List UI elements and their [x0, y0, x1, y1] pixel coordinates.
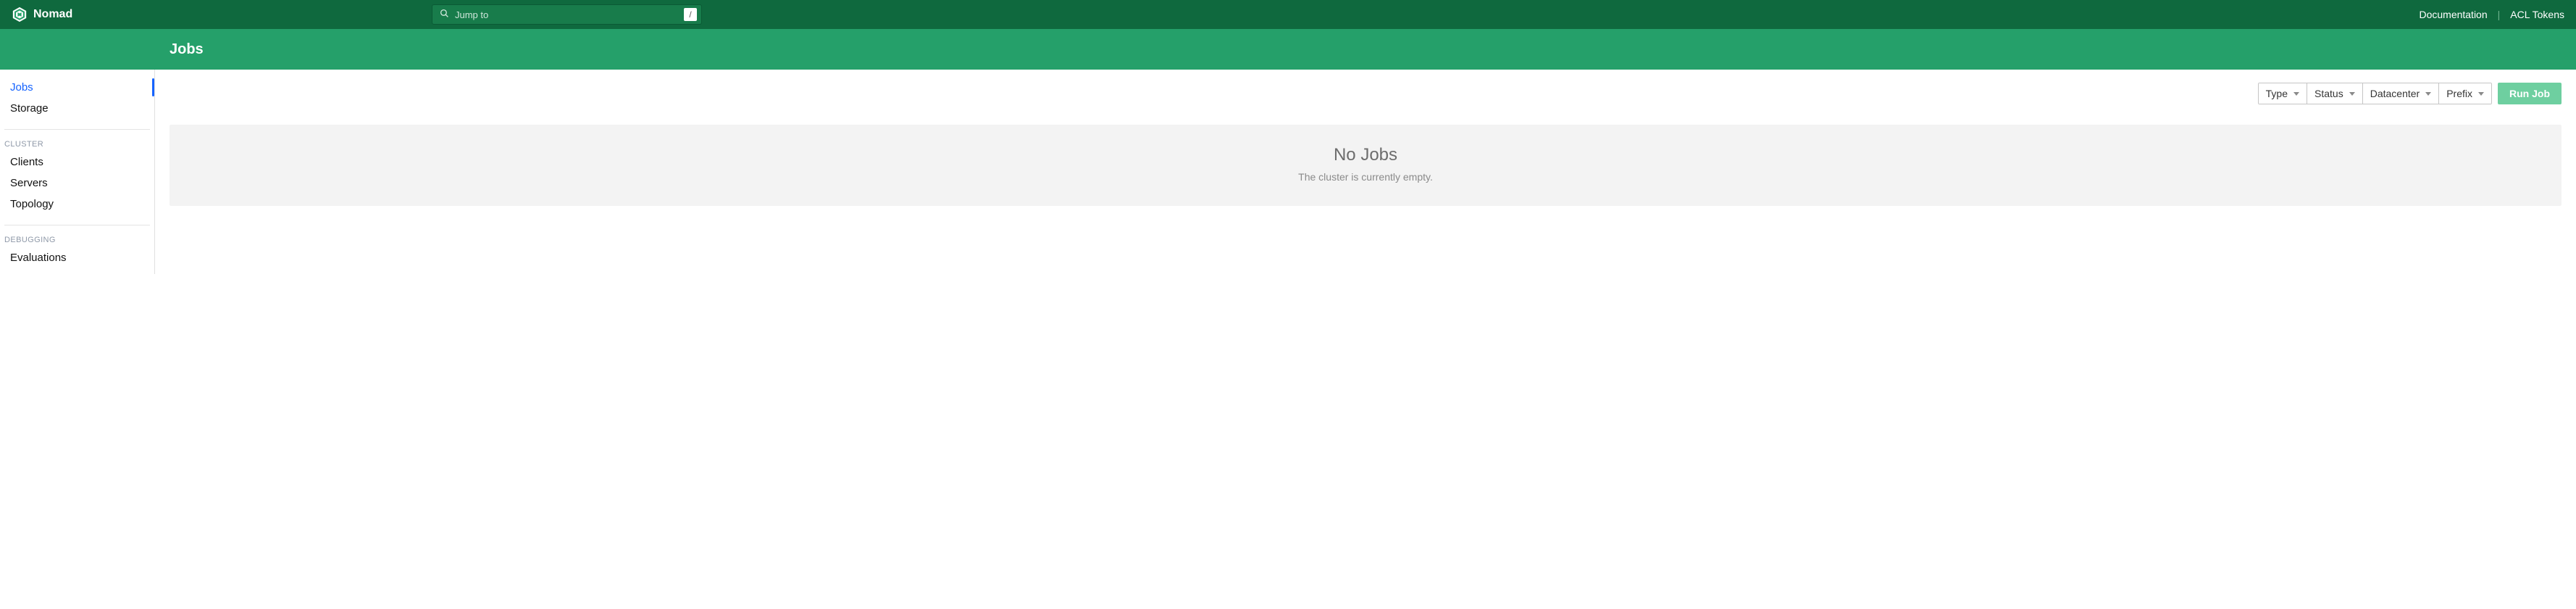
top-nav: Nomad Jump to / Documentation | ACL Toke… — [0, 0, 2576, 29]
sidebar-group-cluster: Clients Servers Topology — [0, 152, 154, 220]
facet-label: Prefix — [2446, 88, 2472, 99]
jump-to-search[interactable]: Jump to / — [432, 4, 702, 25]
sidebar-item-label: Servers — [10, 177, 48, 189]
facet-status[interactable]: Status — [2307, 83, 2363, 104]
empty-state-subtitle: The cluster is currently empty. — [184, 171, 2547, 183]
sidebar-item-label: Clients — [10, 156, 43, 168]
facet-datacenter[interactable]: Datacenter — [2363, 83, 2439, 104]
search-icon — [440, 9, 449, 20]
jump-to-shortcut-key: / — [684, 8, 697, 21]
sidebar-item-evaluations[interactable]: Evaluations — [0, 247, 154, 268]
page-title: Jobs — [170, 41, 204, 58]
facet-label: Type — [2266, 88, 2288, 99]
sidebar-heading-cluster: CLUSTER — [0, 134, 154, 152]
chevron-down-icon — [2478, 92, 2484, 96]
sidebar-group-debugging: Evaluations — [0, 247, 154, 274]
sidebar-group-top: Jobs Storage — [0, 77, 154, 125]
sidebar-divider — [4, 129, 150, 130]
jump-to-placeholder: Jump to — [455, 9, 678, 20]
facet-label: Status — [2314, 88, 2343, 99]
nomad-logo-icon — [12, 7, 28, 22]
toolbar: Type Status Datacenter Prefix Run Job — [170, 83, 2562, 104]
sidebar-item-topology[interactable]: Topology — [0, 194, 154, 215]
sidebar-item-label: Storage — [10, 102, 49, 115]
empty-state: No Jobs The cluster is currently empty. — [170, 125, 2562, 206]
sidebar-item-label: Jobs — [10, 81, 33, 94]
top-nav-left: Nomad — [12, 7, 432, 22]
sidebar-item-storage[interactable]: Storage — [0, 98, 154, 119]
sub-nav: Jobs — [0, 29, 2576, 70]
layout: Jobs Storage CLUSTER Clients Servers Top… — [0, 70, 2576, 274]
facet-label: Datacenter — [2370, 88, 2420, 99]
sidebar: Jobs Storage CLUSTER Clients Servers Top… — [0, 70, 155, 274]
sidebar-item-servers[interactable]: Servers — [0, 173, 154, 194]
top-nav-right: Documentation | ACL Tokens — [2419, 9, 2564, 20]
chevron-down-icon — [2349, 92, 2355, 96]
facet-type[interactable]: Type — [2259, 83, 2307, 104]
sidebar-item-jobs[interactable]: Jobs — [0, 77, 154, 98]
top-nav-divider: | — [2498, 9, 2501, 20]
sidebar-item-label: Evaluations — [10, 252, 67, 264]
chevron-down-icon — [2293, 92, 2299, 96]
run-job-button[interactable]: Run Job — [2498, 83, 2562, 104]
documentation-link[interactable]: Documentation — [2419, 9, 2487, 20]
main-content: Type Status Datacenter Prefix Run Job — [155, 70, 2576, 274]
facet-prefix[interactable]: Prefix — [2439, 83, 2491, 104]
brand[interactable]: Nomad — [12, 7, 72, 22]
sidebar-heading-debugging: DEBUGGING — [0, 230, 154, 247]
empty-state-title: No Jobs — [184, 145, 2547, 165]
facet-group: Type Status Datacenter Prefix — [2258, 83, 2492, 104]
acl-tokens-link[interactable]: ACL Tokens — [2510, 9, 2564, 20]
sidebar-item-label: Topology — [10, 198, 54, 210]
sidebar-item-clients[interactable]: Clients — [0, 152, 154, 173]
chevron-down-icon — [2425, 92, 2431, 96]
brand-name: Nomad — [33, 8, 72, 21]
